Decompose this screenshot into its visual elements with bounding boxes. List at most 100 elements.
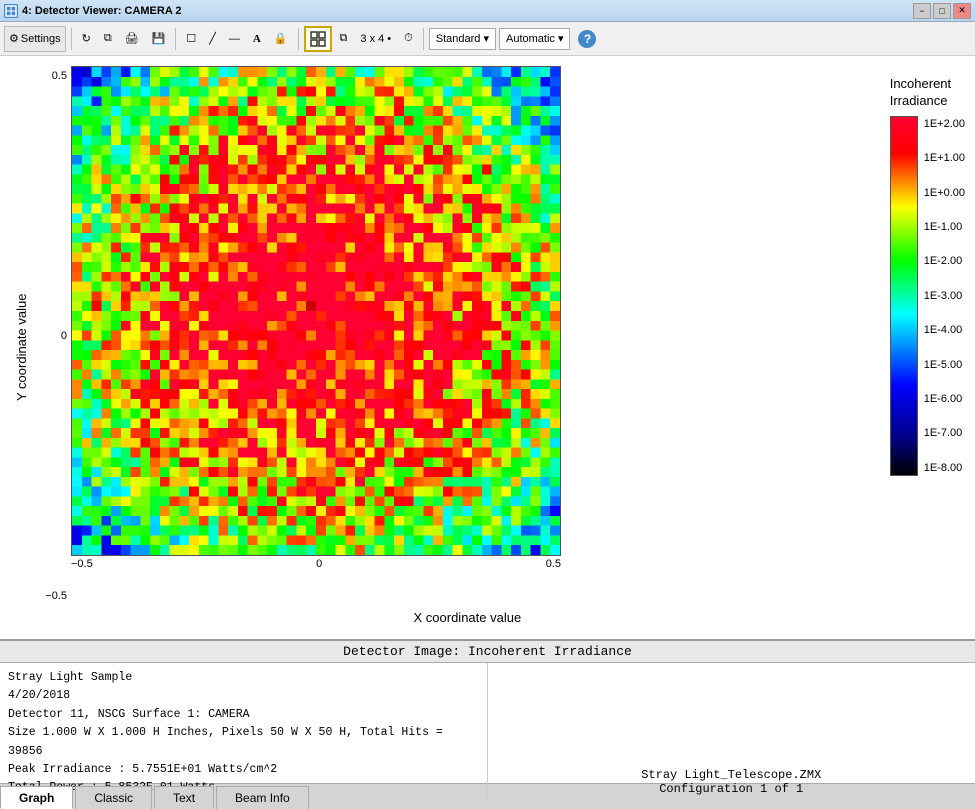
print-icon: 🖨	[125, 32, 139, 45]
text-tool[interactable]: A	[248, 26, 266, 52]
automatic-dropdown[interactable]: Automatic ▾	[499, 28, 571, 50]
chart-row: 0.5 0 −0.5 −0.5 0 0.5	[33, 66, 860, 606]
sep2	[175, 28, 176, 50]
info-line1: Stray Light Sample	[8, 669, 479, 687]
gridsize-button[interactable]: 3 x 4 •	[355, 26, 396, 52]
rectangle-icon: ☐	[186, 32, 196, 45]
sep1	[71, 28, 72, 50]
cb-tick-3: 1E+0.00	[924, 187, 965, 199]
chart-container: Y coordinate value 0.5 0 −0.5	[10, 66, 860, 629]
refresh-button[interactable]: ↻	[77, 26, 96, 52]
info-line4: Size 1.000 W X 1.000 H Inches, Pixels 50…	[8, 724, 479, 761]
sep3	[298, 28, 299, 50]
help-button[interactable]: ?	[573, 26, 601, 52]
heatmap-wrapper: −0.5 0 0.5	[71, 66, 860, 606]
gridsize-label: 3 x 4 •	[360, 33, 391, 45]
line-icon: ╱	[209, 32, 216, 45]
toolbar: ⚙ Settings ↻ ⧉ 🖨 💾 ☐ ╱ — A 🔒 ⧉	[0, 22, 975, 56]
colorbar-container: 1E+2.00 1E+1.00 1E+0.00 1E-1.00 1E-2.00 …	[890, 116, 965, 476]
detector-image-title: Detector Image: Incoherent Irradiance	[0, 641, 975, 663]
info-right: Stray Light_Telescope.ZMX Configuration …	[488, 663, 975, 804]
standard-dropdown[interactable]: Standard ▾	[429, 28, 496, 50]
grid-button[interactable]	[304, 26, 332, 52]
close-button[interactable]: ✕	[953, 3, 971, 19]
info-line2: 4/20/2018	[8, 687, 479, 705]
colorbar-canvas	[890, 116, 918, 476]
x-tick-0: 0	[316, 558, 322, 570]
copy-icon: ⧉	[104, 32, 112, 45]
title-bar-left: 4: Detector Viewer: CAMERA 2	[4, 4, 182, 18]
tab-graph-label: Graph	[19, 791, 54, 805]
info-left: Stray Light Sample 4/20/2018 Detector 11…	[0, 663, 488, 804]
settings-button[interactable]: ⚙ Settings	[4, 26, 66, 52]
settings-label: Settings	[21, 33, 61, 45]
layers-button[interactable]: ⧉	[335, 26, 353, 52]
lock-tool[interactable]: 🔒	[269, 26, 293, 52]
x-tick-labels: −0.5 0 0.5	[71, 556, 561, 570]
info-line3: Detector 11, NSCG Surface 1: CAMERA	[8, 706, 479, 724]
colorbar-title-line2: Irradiance	[890, 93, 965, 110]
standard-label: Standard ▾	[436, 32, 489, 45]
heatmap-canvas	[71, 66, 561, 556]
save-button[interactable]: 💾	[147, 26, 171, 52]
hline-tool[interactable]: —	[224, 26, 245, 52]
x-tick-0.5: 0.5	[546, 558, 561, 570]
colorbar-tick-labels: 1E+2.00 1E+1.00 1E+0.00 1E-1.00 1E-2.00 …	[924, 116, 965, 476]
cb-tick-10: 1E-7.00	[924, 427, 965, 439]
clock-button[interactable]: ⏱	[399, 26, 418, 52]
chart-inner: Y coordinate value 0.5 0 −0.5	[10, 66, 860, 629]
bottom-panel: Detector Image: Incoherent Irradiance St…	[0, 639, 975, 809]
info-line5: Peak Irradiance : 5.7551E+01 Watts/cm^2	[8, 761, 479, 779]
refresh-icon: ↻	[82, 32, 91, 45]
help-icon: ?	[578, 30, 596, 48]
y-tick-0.5: 0.5	[33, 70, 67, 82]
title-bar: 4: Detector Viewer: CAMERA 2 − □ ✕	[0, 0, 975, 22]
y-tick-neg0.5: −0.5	[33, 590, 67, 602]
tab-text[interactable]: Text	[154, 786, 214, 809]
colorbar-title: Incoherent Irradiance	[890, 76, 965, 110]
info-right-line1: Stray Light_Telescope.ZMX	[641, 768, 821, 782]
tab-graph[interactable]: Graph	[0, 786, 73, 809]
save-icon: 💾	[152, 32, 166, 45]
cb-tick-7: 1E-4.00	[924, 324, 965, 336]
rectangle-tool[interactable]: ☐	[181, 26, 201, 52]
maximize-button[interactable]: □	[933, 3, 951, 19]
cb-tick-4: 1E-1.00	[924, 221, 965, 233]
line-tool[interactable]: ╱	[204, 26, 221, 52]
clock-icon: ⏱	[404, 32, 413, 45]
main-content: Y coordinate value 0.5 0 −0.5	[0, 56, 975, 809]
tab-classic-label: Classic	[94, 791, 133, 805]
tab-text-label: Text	[173, 791, 195, 805]
y-tick-0: 0	[33, 330, 67, 342]
cb-tick-8: 1E-5.00	[924, 359, 965, 371]
y-axis-label: Y coordinate value	[10, 66, 33, 629]
cb-tick-1: 1E+2.00	[924, 118, 965, 130]
tab-classic[interactable]: Classic	[75, 786, 152, 809]
hline-icon: —	[229, 33, 240, 45]
cb-tick-9: 1E-6.00	[924, 393, 965, 405]
colorbar-section: Incoherent Irradiance 1E+2.00 1E+1.00 1E…	[890, 66, 965, 629]
x-axis-label: X coordinate value	[75, 606, 860, 629]
text-icon: A	[253, 33, 261, 45]
info-right-line2: Configuration 1 of 1	[641, 782, 821, 796]
automatic-label: Automatic ▾	[506, 32, 564, 45]
plot-area: Y coordinate value 0.5 0 −0.5	[0, 56, 975, 639]
sep4	[423, 28, 424, 50]
cb-tick-2: 1E+1.00	[924, 152, 965, 164]
window-controls[interactable]: − □ ✕	[913, 3, 971, 19]
cb-tick-11: 1E-8.00	[924, 462, 965, 474]
cb-tick-5: 1E-2.00	[924, 255, 965, 267]
colorbar-title-line1: Incoherent	[890, 76, 965, 93]
minimize-button[interactable]: −	[913, 3, 931, 19]
info-grid: Stray Light Sample 4/20/2018 Detector 11…	[0, 663, 975, 783]
tab-beam-info[interactable]: Beam Info	[216, 786, 309, 809]
chart-with-yaxis: 0.5 0 −0.5 −0.5 0 0.5	[33, 66, 860, 629]
lock-icon: 🔒	[274, 32, 288, 45]
info-right-content: Stray Light_Telescope.ZMX Configuration …	[641, 768, 821, 796]
copy-button[interactable]: ⧉	[99, 26, 117, 52]
cb-tick-6: 1E-3.00	[924, 290, 965, 302]
settings-icon: ⚙	[9, 32, 19, 45]
print-button[interactable]: 🖨	[120, 26, 144, 52]
tab-beam-info-label: Beam Info	[235, 791, 290, 805]
app-icon	[4, 4, 18, 18]
